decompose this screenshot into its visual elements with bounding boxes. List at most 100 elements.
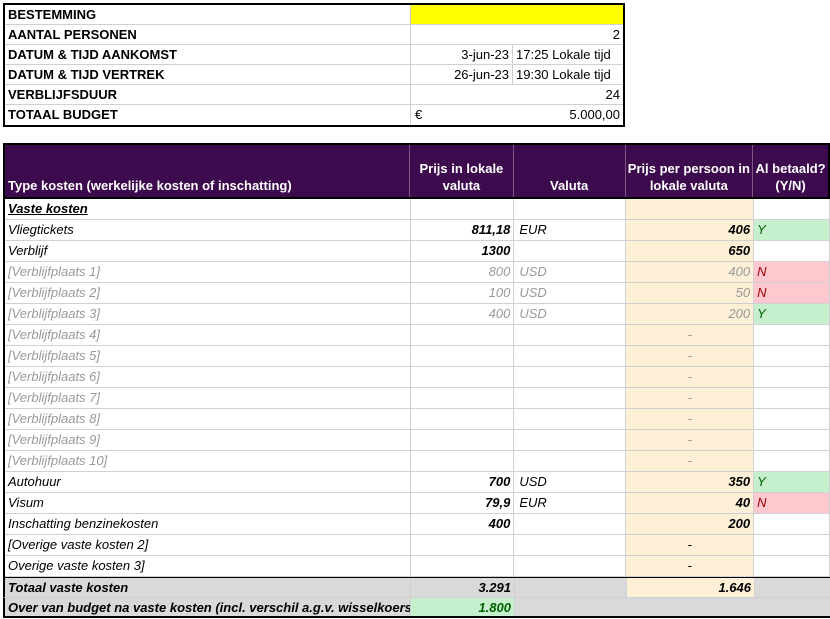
cost-valuta[interactable]: EUR <box>514 493 627 513</box>
bestemming-input[interactable] <box>411 5 623 24</box>
cost-row: [Verblijfplaats 7] - <box>5 388 829 409</box>
cost-prijs-lokaal[interactable]: 811,18 <box>411 220 515 240</box>
cost-prijs-lokaal[interactable] <box>411 346 515 366</box>
verblijfsduur-label: VERBLIJFSDUUR <box>5 85 411 104</box>
empty-cell <box>514 199 627 219</box>
cost-valuta[interactable] <box>514 325 627 345</box>
cost-valuta[interactable] <box>514 346 627 366</box>
cost-betaald[interactable] <box>754 388 829 408</box>
cost-betaald[interactable]: N <box>754 283 829 303</box>
cost-valuta[interactable]: EUR <box>514 220 627 240</box>
trip-info-table: BESTEMMING AANTAL PERSONEN 2 DATUM & TIJ… <box>3 3 625 127</box>
cost-valuta[interactable] <box>514 430 627 450</box>
cost-row: [Verblijfplaats 10] - <box>5 451 829 472</box>
cost-prijs-lokaal[interactable]: 79,9 <box>411 493 515 513</box>
cost-type[interactable]: Autohuur <box>5 472 411 492</box>
cost-row: [Verblijfplaats 4] - <box>5 325 829 346</box>
cost-prijs-lokaal[interactable] <box>411 556 515 576</box>
cost-betaald[interactable] <box>754 430 829 450</box>
cost-betaald[interactable] <box>754 325 829 345</box>
cost-valuta[interactable] <box>514 535 627 555</box>
totaal-budget-value[interactable]: 5.000,00 <box>435 105 623 125</box>
empty-cell <box>754 199 829 219</box>
cost-valuta[interactable] <box>514 514 627 534</box>
verblijfsduur-row: VERBLIJFSDUUR 24 <box>5 85 623 105</box>
budget-currency: € <box>415 107 423 122</box>
costs-rows: Vaste kosten Vliegtickets 811,18 EUR 406 Y Ve… <box>3 199 830 577</box>
cost-type[interactable]: Inschatting benzinekosten <box>5 514 411 534</box>
cost-prijs-lokaal[interactable]: 100 <box>411 283 515 303</box>
cost-type[interactable]: Visum <box>5 493 411 513</box>
cost-prijs-lokaal[interactable] <box>411 409 515 429</box>
cost-valuta[interactable]: USD <box>514 262 627 282</box>
aantal-personen-value[interactable]: 2 <box>411 25 623 44</box>
cost-type[interactable]: [Verblijfplaats 4] <box>5 325 411 345</box>
cost-type[interactable]: Verblijf <box>5 241 411 261</box>
cost-betaald[interactable] <box>754 367 829 387</box>
aankomst-date[interactable]: 3-jun-23 <box>411 45 513 64</box>
cost-valuta[interactable] <box>514 556 627 576</box>
cost-row: [Verblijfplaats 3] 400 USD 200 Y <box>5 304 829 325</box>
cost-prijs-lokaal[interactable]: 800 <box>411 262 515 282</box>
cost-prijs-lokaal[interactable]: 400 <box>411 304 515 324</box>
cost-type[interactable]: [Verblijfplaats 2] <box>5 283 411 303</box>
cost-betaald[interactable]: Y <box>754 220 829 240</box>
cost-row: Overige vaste kosten 3] - <box>5 556 829 577</box>
cost-row: [Verblijfplaats 9] - <box>5 430 829 451</box>
cost-valuta[interactable] <box>514 367 627 387</box>
total-prijs: 3.291 <box>411 578 515 597</box>
verblijfsduur-value[interactable]: 24 <box>411 85 623 104</box>
cost-valuta[interactable]: USD <box>514 472 627 492</box>
cost-valuta[interactable]: USD <box>514 283 627 303</box>
cost-type[interactable]: [Overige vaste kosten 2] <box>5 535 411 555</box>
totaal-vaste-kosten-row: Totaal vaste kosten 3.291 1.646 <box>3 577 830 598</box>
cost-prijs-lokaal[interactable]: 700 <box>411 472 515 492</box>
cost-valuta[interactable] <box>514 388 627 408</box>
cost-valuta[interactable] <box>514 451 627 471</box>
cost-prijs-pp: 400 <box>626 262 755 282</box>
vertrek-date[interactable]: 26-jun-23 <box>411 65 513 84</box>
cost-row: [Overige vaste kosten 2] - <box>5 535 829 556</box>
cost-type[interactable]: [Verblijfplaats 1] <box>5 262 411 282</box>
cost-prijs-lokaal[interactable] <box>411 367 515 387</box>
cost-prijs-lokaal[interactable] <box>411 388 515 408</box>
totaal-budget-row: TOTAAL BUDGET € 5.000,00 <box>5 105 623 125</box>
cost-type[interactable]: [Verblijfplaats 5] <box>5 346 411 366</box>
cost-prijs-lokaal[interactable] <box>411 325 515 345</box>
cost-type[interactable]: Vliegtickets <box>5 220 411 240</box>
cost-prijs-lokaal[interactable] <box>411 451 515 471</box>
cost-type[interactable]: [Verblijfplaats 9] <box>5 430 411 450</box>
costs-header-row: Type kosten (werkelijke kosten of inscha… <box>3 143 830 199</box>
vertrek-time[interactable]: 19:30 Lokale tijd <box>513 65 623 84</box>
cost-type[interactable]: [Verblijfplaats 3] <box>5 304 411 324</box>
cost-row: Verblijf 1300 650 <box>5 241 829 262</box>
cost-betaald[interactable]: Y <box>754 472 829 492</box>
cost-valuta[interactable] <box>514 241 627 261</box>
cost-prijs-lokaal[interactable]: 400 <box>411 514 515 534</box>
cost-row: [Verblijfplaats 8] - <box>5 409 829 430</box>
cost-prijs-lokaal[interactable]: 1300 <box>411 241 515 261</box>
cost-betaald[interactable]: N <box>754 493 829 513</box>
total-pp: 1.646 <box>627 578 755 597</box>
cost-valuta[interactable] <box>514 409 627 429</box>
cost-type[interactable]: [Verblijfplaats 10] <box>5 451 411 471</box>
cost-betaald[interactable] <box>754 451 829 471</box>
cost-type[interactable]: [Verblijfplaats 7] <box>5 388 411 408</box>
cost-betaald[interactable] <box>754 535 829 555</box>
cost-betaald[interactable] <box>754 241 829 261</box>
totaal-budget-label: TOTAAL BUDGET <box>5 105 411 125</box>
cost-type[interactable]: [Verblijfplaats 8] <box>5 409 411 429</box>
cost-betaald[interactable] <box>754 409 829 429</box>
cost-betaald[interactable] <box>754 556 829 576</box>
cost-type[interactable]: Overige vaste kosten 3] <box>5 556 411 576</box>
cost-prijs-lokaal[interactable] <box>411 430 515 450</box>
aankomst-time[interactable]: 17:25 Lokale tijd <box>513 45 623 64</box>
cost-prijs-lokaal[interactable] <box>411 535 515 555</box>
cost-betaald[interactable]: Y <box>754 304 829 324</box>
cost-betaald[interactable] <box>754 514 829 534</box>
cost-valuta[interactable]: USD <box>514 304 627 324</box>
cost-type[interactable]: [Verblijfplaats 6] <box>5 367 411 387</box>
cost-betaald[interactable] <box>754 346 829 366</box>
header-prijs-lokaal: Prijs in lokale valuta <box>410 145 514 197</box>
cost-betaald[interactable]: N <box>754 262 829 282</box>
